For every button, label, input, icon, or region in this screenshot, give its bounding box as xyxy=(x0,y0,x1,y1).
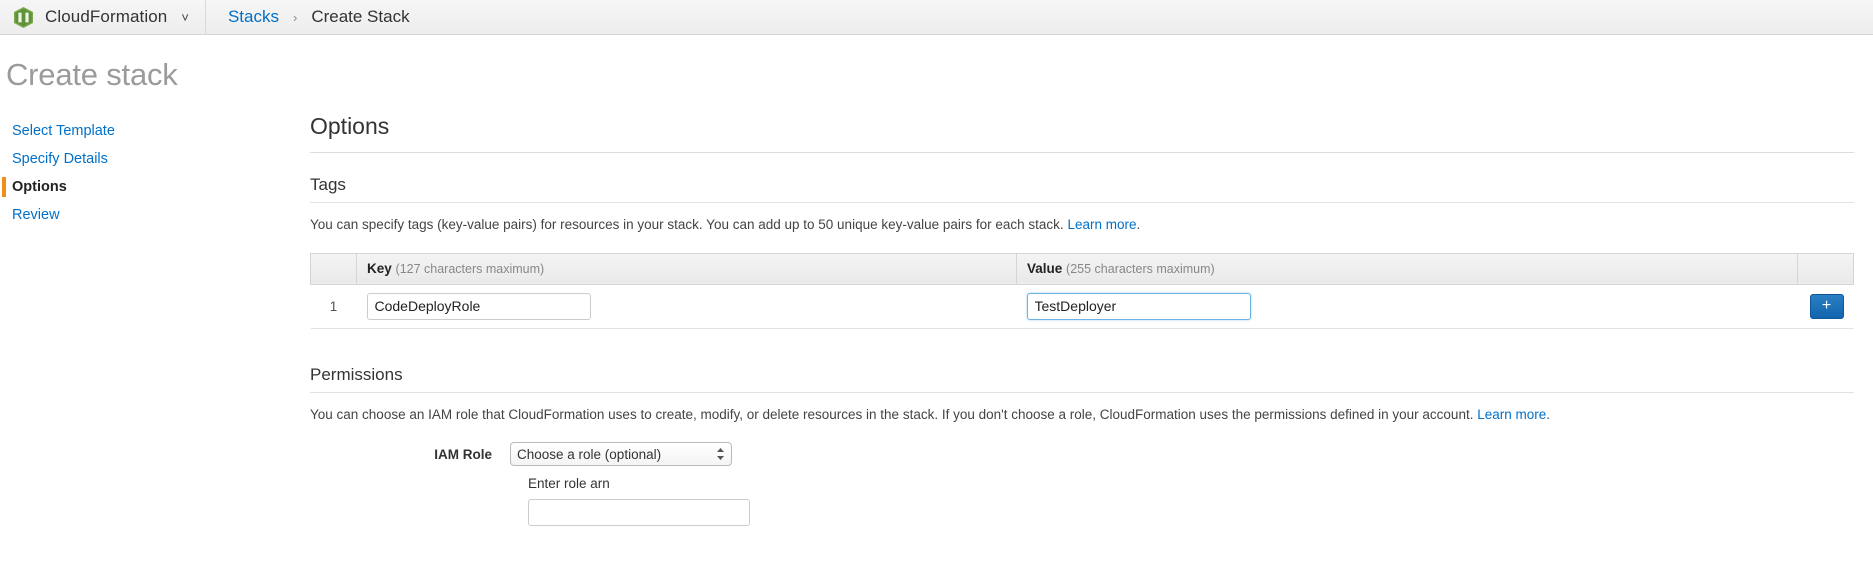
heading-divider xyxy=(310,152,1854,153)
permissions-heading: Permissions xyxy=(310,364,403,384)
iam-role-select-wrapper: Choose a role (optional) xyxy=(510,442,732,467)
page-layout: Select Template Specify Details Options … xyxy=(0,93,1873,527)
tags-description-text: You can specify tags (key-value pairs) f… xyxy=(310,217,1064,232)
table-header-row: Key (127 characters maximum) Value (255 … xyxy=(310,252,1854,285)
role-arn-input[interactable] xyxy=(528,499,750,527)
chevron-down-icon: ˅ xyxy=(181,9,189,25)
breadcrumb-current-page: Create Stack xyxy=(311,7,410,26)
tags-table-body: 1 + xyxy=(310,284,1854,329)
permissions-description-period: . xyxy=(1546,406,1551,422)
tags-section: Tags You can specify tags (key-value pai… xyxy=(310,175,1854,329)
role-arn-label: Enter role arn xyxy=(528,476,610,492)
row-number: 1 xyxy=(310,284,357,329)
sidebar-item-review[interactable]: Review xyxy=(6,201,310,229)
main-content: Options Tags You can specify tags (key-v… xyxy=(310,93,1870,527)
role-arn-block: Enter role arn xyxy=(510,476,1854,527)
iam-role-row: IAM Role Choose a role (optional) xyxy=(310,442,1854,467)
top-navigation-bar: CloudFormation ˅ Stacks › Create Stack xyxy=(0,0,1873,35)
column-header-number xyxy=(310,252,357,285)
sidebar-item-label: Options xyxy=(12,179,67,195)
column-header-actions xyxy=(1797,252,1854,285)
tags-table: Key (127 characters maximum) Value (255 … xyxy=(310,252,1854,329)
breadcrumb-separator-icon: › xyxy=(292,9,298,25)
row-key-cell xyxy=(356,284,1017,329)
tag-value-input[interactable] xyxy=(1026,292,1251,320)
page-title: Create stack xyxy=(6,57,178,92)
column-header-key-hint: (127 characters maximum) xyxy=(395,262,545,277)
tag-key-input[interactable] xyxy=(366,292,591,320)
column-header-value-hint: (255 characters maximum) xyxy=(1066,262,1215,277)
sidebar-item-label: Specify Details xyxy=(12,151,108,167)
sidebar-item-specify-details[interactable]: Specify Details xyxy=(6,145,310,173)
add-tag-button[interactable]: + xyxy=(1809,293,1844,319)
breadcrumb: Stacks › Create Stack xyxy=(206,0,410,34)
tags-heading: Tags xyxy=(310,175,346,194)
permissions-learn-more-link[interactable]: Learn more xyxy=(1477,407,1546,422)
permissions-description-text: You can choose an IAM role that CloudFor… xyxy=(310,406,1474,422)
breadcrumb-link-stacks[interactable]: Stacks xyxy=(228,7,279,27)
sidebar-item-label: Select Template xyxy=(12,123,115,139)
permissions-description: You can choose an IAM role that CloudFor… xyxy=(310,405,1854,425)
row-actions-cell: + xyxy=(1797,284,1854,329)
iam-role-label: IAM Role xyxy=(434,446,492,462)
tags-divider xyxy=(310,202,1854,203)
sidebar-item-options[interactable]: Options xyxy=(2,173,310,201)
column-header-value: Value (255 characters maximum) xyxy=(1016,252,1798,285)
column-header-key: Key (127 characters maximum) xyxy=(356,252,1017,285)
sidebar-item-label: Review xyxy=(12,207,60,223)
service-name-label: CloudFormation xyxy=(45,7,168,26)
tags-learn-more-link[interactable]: Learn more xyxy=(1067,217,1136,232)
table-row: 1 + xyxy=(310,284,1854,329)
permissions-divider xyxy=(310,391,1854,393)
tags-description: You can specify tags (key-value pairs) f… xyxy=(310,215,1854,235)
section-heading-options: Options xyxy=(310,113,390,139)
tags-table-header: Key (127 characters maximum) Value (255 … xyxy=(310,252,1854,285)
service-menu-button[interactable]: CloudFormation ˅ xyxy=(0,0,206,34)
wizard-step-sidebar: Select Template Specify Details Options … xyxy=(0,93,310,229)
row-value-cell xyxy=(1016,284,1798,329)
iam-role-select[interactable]: Choose a role (optional) xyxy=(510,442,732,467)
cloudformation-icon xyxy=(14,6,33,28)
column-header-value-title: Value xyxy=(1027,261,1063,277)
sidebar-item-select-template[interactable]: Select Template xyxy=(6,117,310,145)
tags-description-period: . xyxy=(1136,217,1141,232)
permissions-section: Permissions You can choose an IAM role t… xyxy=(310,365,1854,527)
column-header-key-title: Key xyxy=(367,261,392,277)
